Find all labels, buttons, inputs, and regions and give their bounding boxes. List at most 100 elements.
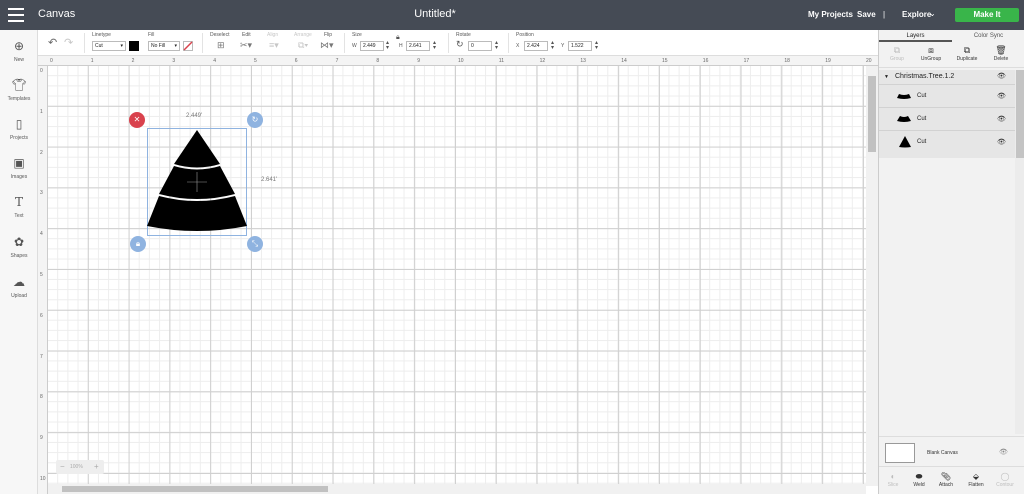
make-it-button[interactable]: Make It [955, 8, 1019, 22]
rotate-value: 0 [471, 43, 474, 49]
eye-hidden-icon[interactable]: 👁︎ [999, 448, 1008, 456]
weld-icon: ⬬ [915, 472, 923, 481]
layer-row[interactable]: Cut 👁︎ [879, 130, 1024, 153]
group-button[interactable]: ⧉ Group [879, 44, 915, 62]
linetype-select[interactable]: Cut ▾ [92, 41, 126, 51]
sidebar-item-label: Shapes [10, 253, 28, 259]
chevron-down-icon[interactable]: ⌄ [929, 9, 936, 18]
canvas-horizontal-scrollbar[interactable] [48, 484, 866, 494]
width-spinner-icon[interactable]: ▴ ▾ [386, 40, 389, 51]
save-link[interactable]: Save [857, 10, 876, 19]
y-position-input[interactable]: 1.522 [568, 41, 592, 51]
ruler-horizontal: 0 1 2 3 4 5 6 7 8 9 10 11 12 13 14 15 16 17 18 19 20 [38, 56, 878, 66]
ruler-tick-label: 19 [825, 58, 831, 64]
caret-down-icon: ▾ [120, 43, 123, 49]
layer-row[interactable]: Cut 👁︎ [879, 107, 1024, 130]
align-icon[interactable]: ≡▾ [269, 40, 279, 51]
christmas-tree-design[interactable] [147, 128, 247, 236]
ruler-tick-label: 2 [40, 149, 43, 156]
eye-icon[interactable]: 👁︎ [997, 131, 1006, 154]
group-label: Group [890, 56, 904, 62]
blank-canvas-row[interactable]: Blank Canvas 👁︎ [879, 436, 1024, 466]
flip-icon[interactable]: ⋈▾ [320, 40, 334, 51]
sidebar-item-images[interactable]: ▣ Images [0, 151, 38, 187]
undo-icon[interactable]: ↶ [48, 38, 57, 49]
height-spinner-icon[interactable]: ▴ ▾ [433, 40, 436, 51]
ruler-tick-label: 9 [40, 435, 43, 442]
flatten-button[interactable]: ⬙ Flatten [962, 471, 990, 488]
weld-button[interactable]: ⬬ Weld [905, 471, 933, 488]
redo-icon[interactable]: ↷ [64, 38, 73, 49]
tree-bottom-tier[interactable] [147, 196, 247, 231]
x-position-input[interactable]: 2.424 [524, 41, 548, 51]
delete-handle-icon[interactable]: ✕ [129, 112, 145, 128]
lock-handle-icon[interactable]: 🔒︎ [130, 236, 146, 252]
lock-ratio-icon[interactable]: 🔒︎ [396, 32, 400, 43]
sidebar-item-text[interactable]: T Text [0, 190, 38, 226]
position-label: Position [516, 32, 534, 38]
eye-icon[interactable]: 👁︎ [997, 85, 1006, 108]
scrollbar-thumb[interactable] [868, 76, 876, 152]
image-icon: ▣ [13, 156, 25, 170]
no-fill-swatch-icon[interactable] [183, 41, 193, 51]
canvas-color-swatch[interactable] [885, 443, 915, 463]
linetype-color-swatch[interactable] [129, 41, 139, 51]
explore-menu[interactable]: Explore [902, 10, 931, 19]
rotate-label: Rotate [456, 32, 471, 38]
rotate-input[interactable]: 0 [468, 41, 492, 51]
arrange-icon[interactable]: ⧉▾ [298, 40, 308, 51]
sidebar-item-shapes[interactable]: ✿ Shapes [0, 230, 38, 266]
caret-down-icon[interactable]: ▼ [884, 70, 889, 84]
ungroup-button[interactable]: ⧈ UnGroup [913, 44, 949, 62]
y-spinner-icon[interactable]: ▴ ▾ [595, 40, 598, 51]
width-dimension-label: 2.449' [186, 113, 203, 119]
layer-label: Cut [917, 93, 927, 99]
resize-handle-icon[interactable]: ⤡ [247, 236, 263, 252]
eye-icon[interactable]: 👁︎ [997, 108, 1006, 131]
fill-value: No Fill [151, 43, 166, 49]
ruler-tick-label: 4 [213, 58, 216, 64]
ruler-tick-label: 13 [580, 58, 586, 64]
x-spinner-icon[interactable]: ▴ ▾ [551, 40, 554, 51]
layer-group-row[interactable]: ▼ Christmas.Tree.1.2 👁︎ [879, 70, 1024, 84]
layer-group-name: Christmas.Tree.1.2 [895, 73, 955, 80]
deselect-icon[interactable]: ⊞ [217, 40, 225, 51]
height-input[interactable]: 2.641 [406, 41, 430, 51]
ruler-tick-label: 0 [40, 68, 43, 74]
zoom-in-button[interactable]: + [94, 460, 99, 474]
zoom-out-button[interactable]: − [60, 460, 65, 474]
tree-top-tier[interactable] [174, 130, 220, 168]
flatten-label: Flatten [968, 482, 984, 488]
fill-select[interactable]: No Fill ▾ [148, 41, 180, 51]
edit-label: Edit [242, 32, 251, 38]
sidebar-item-templates[interactable]: 👕︎ Templates [0, 73, 38, 109]
width-input[interactable]: 2.449 [360, 41, 384, 51]
canvas-vertical-scrollbar[interactable] [866, 66, 878, 486]
app-window: Canvas Untitled* My Projects Save | Expl… [0, 0, 1024, 494]
sidebar-item-projects[interactable]: ▯ Projects [0, 112, 38, 148]
my-projects-link[interactable]: My Projects [808, 10, 853, 19]
tab-color-sync[interactable]: Color Sync [952, 30, 1024, 42]
sidebar-item-new[interactable]: ⊕ New [0, 34, 38, 70]
duplicate-button[interactable]: ⧉ Duplicate [949, 44, 985, 62]
eye-icon[interactable]: 👁︎ [997, 70, 1006, 84]
tree-top-thumbnail-icon [897, 94, 911, 99]
height-value: 2.641 [409, 43, 422, 49]
edit-scissors-icon[interactable]: ✂▾ [240, 40, 252, 51]
slice-label: Slice [887, 482, 899, 488]
scrollbar-thumb[interactable] [1016, 70, 1024, 158]
attach-button[interactable]: 📎︎ Attach [932, 471, 960, 488]
delete-button[interactable]: 🗑︎ Delete [983, 44, 1019, 62]
rotate-spinner-icon[interactable]: ▴ ▾ [495, 40, 498, 51]
sidebar-item-upload[interactable]: ☁ Upload [0, 270, 38, 306]
scrollbar-thumb[interactable] [62, 486, 328, 492]
ruler-tick-label: 11 [498, 58, 504, 64]
slice-button[interactable]: ◐ Slice [879, 471, 907, 488]
contour-button[interactable]: ◯ Contour [991, 471, 1019, 488]
selection-bounding-box[interactable] [147, 128, 247, 236]
layer-row[interactable]: Cut 👁︎ [879, 84, 1024, 107]
tab-layers[interactable]: Layers [879, 30, 952, 42]
rotate-handle-icon[interactable]: ↻ [247, 112, 263, 128]
layers-scrollbar[interactable] [1015, 70, 1024, 434]
fill-label: Fill [148, 32, 155, 38]
